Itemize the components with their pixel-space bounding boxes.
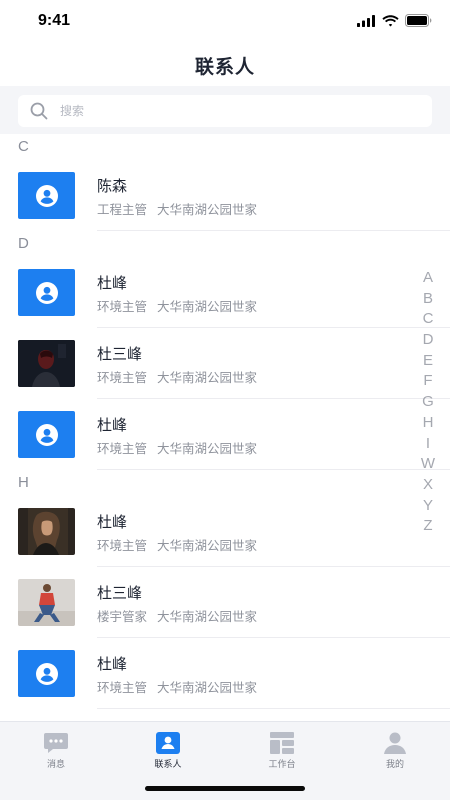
search-box[interactable] [18,95,432,127]
tab-workbench[interactable]: 工作台 [252,732,312,772]
avatar-photo [18,579,75,626]
contact-name: 杜峰 [97,655,128,673]
default-person-icon [35,184,58,207]
contact-name: 杜峰 [97,513,128,531]
tab-label: 消息 [46,760,65,770]
contact-community: 大华南湖公园世家 [157,299,258,314]
contact-row[interactable]: 陈森 工程主管 大华南湖公园世家 [0,160,450,231]
workbench-icon [269,732,295,754]
nav-bar: 联系人 [0,44,450,86]
photo-portrait-avatar [18,508,75,555]
message-icon [43,732,69,754]
contact-subtitle: 环境主管 大华南湖公园世家 [97,535,257,554]
divider [97,469,450,470]
default-person-icon [35,281,58,304]
tab-profile[interactable]: 我的 [365,732,425,772]
contact-role: 环境主管 [97,299,148,314]
status-bar: 9:41 [0,0,450,44]
section-header-h: H [18,474,29,491]
contact-name: 杜峰 [97,416,128,434]
cellular-signal-icon [357,14,375,27]
tab-messages[interactable]: 消息 [26,732,86,772]
contact-role: 工程主管 [97,202,148,217]
avatar [18,269,75,316]
photo-dark-avatar [18,340,75,387]
avatar [18,650,75,697]
avatar [18,411,75,458]
index-letter-d[interactable]: D [423,330,434,351]
contact-community: 大华南湖公园世家 [157,202,258,217]
page-title: 联系人 [194,56,255,78]
avatar [18,172,75,219]
contact-role: 环境主管 [97,538,148,553]
contact-subtitle: 环境主管 大华南湖公园世家 [97,367,257,386]
battery-icon [405,14,432,27]
index-letter-y[interactable]: Y [423,496,433,517]
contact-row[interactable]: 杜峰 环境主管 大华南湖公园世家 [0,399,450,470]
index-letter-h[interactable]: H [423,413,434,434]
index-letter-c[interactable]: C [423,309,434,330]
avatar-photo [18,340,75,387]
contact-row[interactable]: 杜峰 环境主管 大华南湖公园世家 [0,496,450,567]
contact-community: 大华南湖公园世家 [157,538,258,553]
contact-name: 杜三峰 [97,584,143,602]
search-icon [30,102,48,120]
contact-row[interactable]: 杜峰 环境主管 大华南湖公园世家 [0,257,450,328]
contact-community: 大华南湖公园世家 [157,609,258,624]
search-input[interactable] [60,101,420,121]
default-person-icon [35,423,58,446]
alphabet-index[interactable]: A B C D E F G H I W X Y Z [418,268,438,537]
index-letter-z[interactable]: Z [423,516,432,537]
contact-row[interactable]: 杜峰 环境主管 大华南湖公园世家 [0,638,450,709]
contact-role: 环境主管 [97,441,148,456]
contact-role: 楼宇管家 [97,609,148,624]
tab-label: 联系人 [154,760,182,770]
tab-label: 我的 [385,760,404,770]
contact-community: 大华南湖公园世家 [157,680,258,695]
contacts-icon [155,732,181,754]
search-area [0,86,450,134]
index-letter-x[interactable]: X [423,475,433,496]
contact-community: 大华南湖公园世家 [157,441,258,456]
contact-role: 环境主管 [97,680,148,695]
index-letter-a[interactable]: A [423,268,433,289]
contact-role: 环境主管 [97,370,148,385]
contact-subtitle: 工程主管 大华南湖公园世家 [97,199,257,218]
index-letter-g[interactable]: G [422,392,434,413]
divider [97,708,450,709]
wifi-icon [382,14,399,26]
index-letter-w[interactable]: W [421,454,435,475]
index-letter-b[interactable]: B [423,289,433,310]
contact-subtitle: 楼宇管家 大华南湖公园世家 [97,606,257,625]
photo-sitting-avatar [18,579,75,626]
index-letter-i[interactable]: I [426,434,430,455]
contact-name: 杜三峰 [97,345,143,363]
default-person-icon [35,662,58,685]
contact-community: 大华南湖公园世家 [157,370,258,385]
index-letter-e[interactable]: E [423,351,433,372]
divider [97,230,450,231]
tab-label: 工作台 [268,760,296,770]
profile-icon [382,732,408,754]
section-header-c: C [18,138,29,155]
contact-row[interactable]: 杜三峰 环境主管 大华南湖公园世家 [0,328,450,399]
contact-row[interactable]: 杜三峰 楼宇管家 大华南湖公园世家 [0,567,450,638]
contact-name: 杜峰 [97,274,128,292]
contact-list: C 陈森 工程主管 大华南湖公园世家 D 杜峰 环境主管 大华南湖公园世家 杜三… [0,134,450,709]
section-header-d: D [18,235,29,252]
avatar-photo [18,508,75,555]
contact-subtitle: 环境主管 大华南湖公园世家 [97,296,257,315]
index-letter-f[interactable]: F [423,371,432,392]
tab-contacts[interactable]: 联系人 [138,732,198,772]
contact-name: 陈森 [97,177,128,195]
contact-subtitle: 环境主管 大华南湖公园世家 [97,677,257,696]
status-icons [357,14,432,27]
status-time: 9:41 [38,12,71,29]
contact-subtitle: 环境主管 大华南湖公园世家 [97,438,257,457]
home-indicator [145,786,305,791]
